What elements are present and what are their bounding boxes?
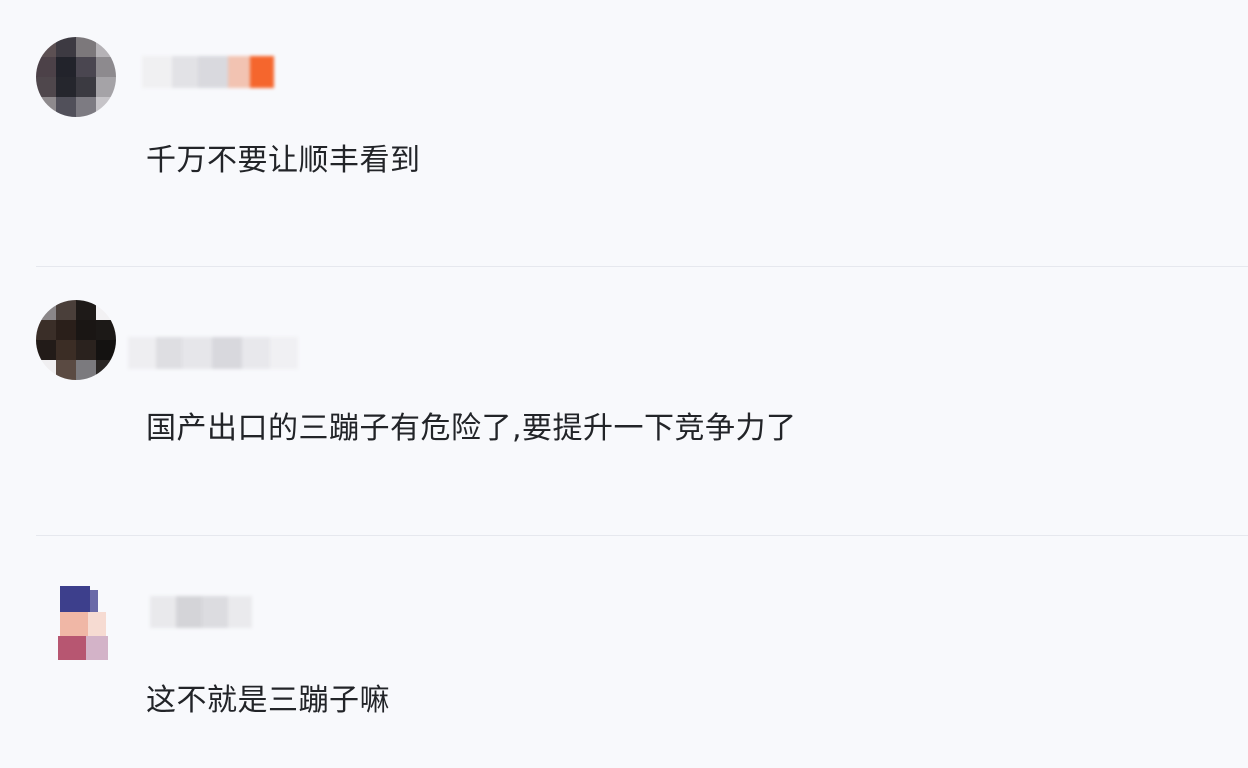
comment-item: 国产出口的三蹦子有危险了,要提升一下竞争力了 — [0, 267, 1248, 535]
user-avatar-icon[interactable] — [36, 300, 116, 380]
comment-text: 千万不要让顺丰看到 — [146, 143, 421, 178]
username-blurred[interactable] — [128, 337, 298, 369]
comment-text: 这不就是三蹦子嘛 — [146, 683, 390, 718]
user-avatar-icon[interactable] — [50, 576, 110, 662]
comment-item: 这不就是三蹦子嘛 — [0, 536, 1248, 768]
comment-list: 千万不要让顺丰看到 国产出口的三蹦子有危险了,要提升一下竞争力了 这不就是三蹦子… — [0, 0, 1248, 768]
username-blurred[interactable] — [150, 596, 252, 628]
comment-item: 千万不要让顺丰看到 — [0, 0, 1248, 266]
comment-text: 国产出口的三蹦子有危险了,要提升一下竞争力了 — [146, 411, 797, 446]
username-blurred[interactable] — [142, 56, 278, 88]
user-avatar-icon[interactable] — [36, 37, 116, 117]
